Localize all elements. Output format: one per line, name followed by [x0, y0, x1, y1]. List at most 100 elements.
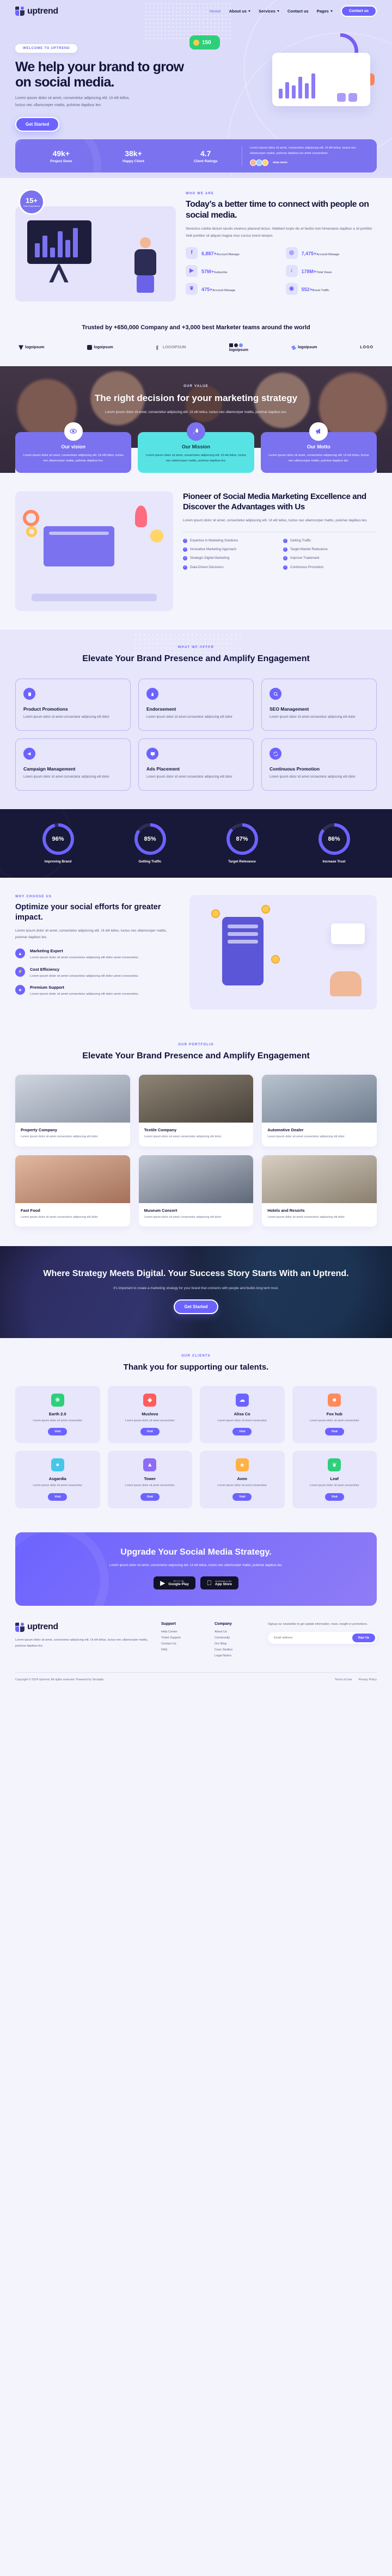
client-card[interactable]: ● Asgardia Lorem ipsum dolor sit amet co…: [15, 1451, 100, 1509]
client-visit-button[interactable]: Visit: [140, 1493, 160, 1501]
app-store-button[interactable]:  Download on theApp Store: [200, 1576, 238, 1590]
client-visit-button[interactable]: Visit: [324, 1428, 344, 1436]
footer-link[interactable]: Community: [215, 1636, 258, 1640]
portfolio-thumbnail: [138, 1075, 254, 1123]
feature-item: ✓ Getting Traffic: [283, 538, 311, 543]
portfolio-section: OUR PORTFOLIO Elevate Your Brand Presenc…: [0, 1026, 392, 1247]
brand-logo[interactable]: uptrend: [15, 7, 58, 16]
offer-card-desc: Lorem ipsum dolor sit amet consectetur a…: [146, 775, 232, 779]
client-visit-button[interactable]: Visit: [324, 1493, 344, 1501]
nav-item-home[interactable]: Home: [210, 9, 221, 14]
thumbs-up-icon: [146, 688, 158, 700]
footer-link[interactable]: Legal Notice: [215, 1654, 258, 1657]
client-card[interactable]: ★ Avon Lorem ipsum dolor sit amet consec…: [200, 1451, 285, 1509]
store-small-label: GET IT ON: [173, 1580, 185, 1583]
portfolio-title: Elevate Your Brand Presence and Amplify …: [82, 1051, 310, 1061]
client-card[interactable]: ❀ Earth 2.0 Lorem ipsum dolor sit amet c…: [15, 1385, 100, 1444]
cta-banner-section: Where Strategy Meets Digital. Your Succe…: [0, 1246, 392, 1338]
offer-card-campaign-management[interactable]: Campaign Management Lorem ipsum dolor si…: [15, 738, 131, 791]
check-icon: ✓: [183, 565, 187, 570]
offer-card-desc: Lorem ipsum dolor sit amet consectetur a…: [270, 716, 356, 719]
efficiency-icon: ⚡: [15, 966, 25, 977]
footer-link[interactable]: Our Blog: [215, 1642, 258, 1646]
value-card-motto[interactable]: Our Motto Lorem ipsum dolor sit amet, co…: [260, 422, 377, 473]
client-card[interactable]: ■ Fox hub Lorem ipsum dolor sit amet con…: [292, 1385, 377, 1444]
footer-terms-link[interactable]: Terms of Use: [335, 1678, 352, 1681]
value-content: OUR VALUE The right decision for your ma…: [15, 385, 377, 416]
drop-icon: ●: [51, 1458, 64, 1472]
footer-link[interactable]: Help Center: [161, 1630, 205, 1634]
social-stat-item: ♪ 178M+Total Views: [285, 264, 377, 277]
portfolio-card[interactable]: Property Company Lorem ipsum dolor sit am…: [15, 1075, 130, 1147]
portfolio-card-title: Museum Concert: [144, 1207, 177, 1213]
nav-item-contact-us[interactable]: Contact us: [287, 9, 309, 14]
value-card-mission[interactable]: Our Mission Lorem ipsum dolor sit amet, …: [138, 422, 254, 473]
footer-link[interactable]: Ticket Support: [161, 1636, 205, 1640]
google-play-button[interactable]: ▶ GET IT ON Google Play: [154, 1576, 195, 1590]
portfolio-card[interactable]: Automotive Dealer Lorem ipsum dolor sit a…: [262, 1075, 377, 1147]
portfolio-thumbnail: [138, 1155, 254, 1203]
feature-item: ✓ Data-Driven Decisions: [183, 565, 224, 570]
experience-badge-label: Years Experience: [23, 204, 40, 207]
footer-link[interactable]: Contact Us: [161, 1642, 205, 1646]
client-card-desc: Lorem ipsum dolor sit amet consectetur: [125, 1484, 175, 1488]
hero-get-started-button[interactable]: Get Started: [15, 116, 60, 132]
nav-item-pages[interactable]: Pages: [317, 9, 333, 14]
store-name: Google Play: [168, 1582, 189, 1587]
footer-privacy-link[interactable]: Privacy Policy: [358, 1678, 377, 1681]
client-visit-button[interactable]: Visit: [232, 1493, 252, 1501]
client-logo: LOGO: [360, 346, 373, 350]
footer-column-title: Company: [215, 1622, 232, 1626]
cta-get-started-button[interactable]: Get Started: [174, 1299, 218, 1314]
box-icon: ■: [328, 1393, 341, 1407]
offer-card-continuous-promotion[interactable]: Continuous Promotion Lorem ipsum dolor s…: [261, 738, 377, 791]
social-stat-value: 475+: [201, 286, 213, 292]
avatar-group[interactable]: view more: [250, 159, 367, 167]
nav-item-about-us[interactable]: About us: [229, 9, 251, 14]
newsletter-signup-button[interactable]: Sign Up: [352, 1633, 375, 1642]
newsletter-email-input[interactable]: [270, 1634, 352, 1642]
portfolio-card[interactable]: Hotels and Resorts Lorem ipsum dolor sit …: [262, 1155, 377, 1227]
client-visit-button[interactable]: Visit: [48, 1428, 68, 1436]
portfolio-card[interactable]: Textile Company Lorem ipsum dolor sit ame…: [138, 1075, 254, 1147]
client-card[interactable]: ❦ Leaf Lorem ipsum dolor sit amet consec…: [292, 1451, 377, 1509]
about-section: 15+ Years Experience WHO WE ARE Today’s …: [0, 178, 392, 316]
portfolio-card[interactable]: Museum Concert Lorem ipsum dolor sit amet…: [138, 1155, 254, 1227]
offer-card-seo-management[interactable]: SEO Management Lorem ipsum dolor sit ame…: [261, 679, 377, 731]
footer-link[interactable]: About Us: [215, 1630, 258, 1634]
portfolio-card[interactable]: Fast Food Lorem ipsum dolor sit amet cons…: [15, 1155, 130, 1227]
footer-brand: uptrend Lorem ipsum dolor sit amet, cons…: [15, 1622, 151, 1660]
client-visit-button[interactable]: Visit: [140, 1428, 160, 1436]
client-card[interactable]: ◆ Muslova Lorem ipsum dolor sit amet con…: [107, 1385, 192, 1444]
client-visit-button[interactable]: Visit: [48, 1493, 68, 1501]
client-card[interactable]: ☁ Alisa Co Lorem ipsum dolor sit amet co…: [200, 1385, 285, 1444]
portfolio-thumbnail: [15, 1075, 130, 1123]
offer-card-endorsement[interactable]: Endorsement Lorem ipsum dolor sit amet c…: [138, 679, 254, 731]
client-visit-button[interactable]: Visit: [232, 1428, 252, 1436]
client-card[interactable]: ▲ Tower Lorem ipsum dolor sit amet conse…: [107, 1451, 192, 1509]
nav-item-services[interactable]: Services: [259, 9, 279, 14]
counter-item: 86% Increase Trust: [291, 823, 377, 864]
footer-link[interactable]: FAQ: [161, 1648, 205, 1651]
check-icon: ✓: [283, 556, 287, 561]
cloud-icon: ☁: [235, 1393, 249, 1407]
portfolio-kicker: OUR PORTFOLIO: [178, 1043, 214, 1046]
footer-newsletter: Signup our newsletter to get update info…: [268, 1622, 377, 1660]
chevron-down-icon: [248, 10, 251, 12]
optimize-section: WHY CHOOSE US Optimize your social effor…: [0, 877, 392, 1027]
stat-item: 49k+ Project Done: [25, 149, 97, 163]
support-icon: ★: [15, 985, 25, 995]
counter-value: 87%: [229, 826, 255, 852]
nav-contact-button[interactable]: Contact us: [340, 5, 377, 17]
offer-card-title: Endorsement: [146, 706, 176, 712]
offer-card-ads-placement[interactable]: Ads Placement Lorem ipsum dolor sit amet…: [138, 738, 254, 791]
offer-card-product-promotions[interactable]: Product Promotions Lorem ipsum dolor sit…: [15, 679, 131, 731]
value-card-vision[interactable]: Our vision Lorem ipsum dolor sit amet, c…: [15, 422, 132, 473]
about-description: Senectus cubilia dictum iaculis vivamus …: [186, 227, 373, 238]
footer-link[interactable]: Case Studies: [215, 1648, 258, 1651]
client-logo: logoipsum: [229, 343, 248, 352]
footer-description: Lorem ipsum dolor sit amet, consectetur …: [15, 1638, 148, 1648]
social-stat-label: Total Views: [316, 270, 332, 274]
footer-logo[interactable]: uptrend: [15, 1622, 151, 1632]
portfolio-thumbnail: [262, 1075, 377, 1123]
